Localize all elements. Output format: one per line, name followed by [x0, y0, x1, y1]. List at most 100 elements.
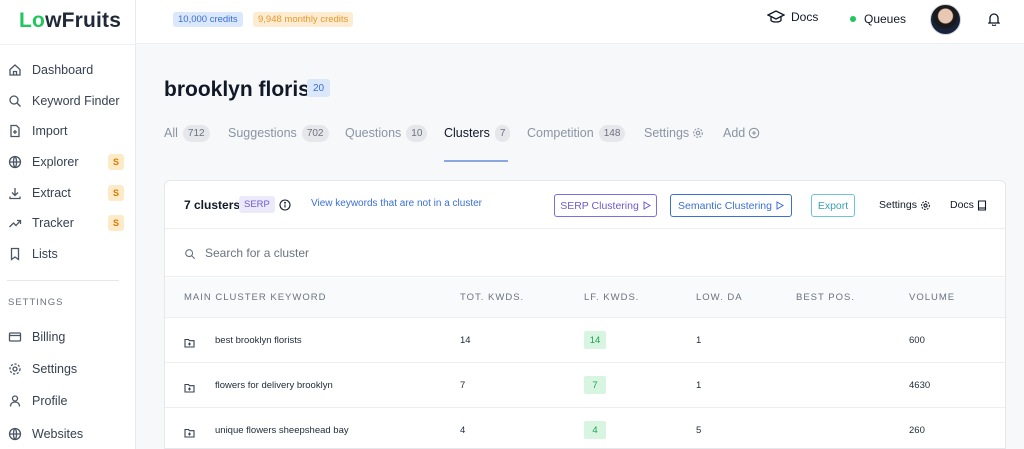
home-icon	[8, 63, 22, 77]
table-header: MAIN CLUSTER KEYWORD TOT. KWDS. LF. KWDS…	[165, 278, 1005, 318]
sidebar-item-label: Extract	[32, 186, 71, 200]
cluster-search-input[interactable]	[205, 243, 705, 263]
sidebar-item-tracker[interactable]: Tracker S	[0, 208, 136, 238]
sidebar-item-label: Websites	[32, 427, 84, 441]
sidebar-item-billing[interactable]: Billing	[0, 322, 136, 352]
sidebar-divider	[0, 44, 136, 45]
cluster-keyword[interactable]: unique flowers sheepshead bay	[215, 425, 349, 436]
table-row[interactable]: unique flowers sheepshead bay 4 4 5 260	[165, 409, 1005, 449]
sidebar-item-label: Settings	[32, 362, 78, 376]
gear-icon	[692, 127, 704, 139]
app-logo[interactable]: LowFruits	[19, 9, 121, 33]
sidebar-item-dashboard[interactable]: Dashboard	[0, 55, 136, 85]
page-title: brooklyn florist	[164, 78, 317, 101]
tab-competition[interactable]: Competition 148	[527, 124, 626, 142]
folder-icon[interactable]	[184, 425, 195, 438]
table-row[interactable]: flowers for delivery brooklyn 7 7 1 4630	[165, 364, 1005, 408]
tab-questions[interactable]: Questions 10	[345, 124, 428, 142]
volume: 4630	[909, 380, 931, 391]
serp-clustering-button[interactable]: SERP Clustering	[554, 194, 657, 217]
download-icon	[8, 186, 22, 200]
settings-section-heading: SETTINGS	[8, 297, 64, 308]
serp-tag: SERP	[239, 196, 275, 213]
lf-keywords-badge: 7	[584, 376, 606, 394]
cluster-keyword[interactable]: flowers for delivery brooklyn	[215, 380, 333, 391]
tab-count: 148	[598, 124, 626, 142]
sidebar-item-label: Explorer	[32, 155, 79, 169]
button-label: Semantic Clustering	[678, 199, 772, 212]
file-plus-icon	[8, 124, 22, 138]
docs-link[interactable]: Docs	[767, 10, 818, 24]
top-bar: 10,000 credits 9,948 monthly credits Doc…	[136, 0, 1024, 44]
sidebar-item-explorer[interactable]: Explorer S	[0, 147, 136, 177]
sidebar-item-lists[interactable]: Lists	[0, 239, 136, 269]
gear-icon	[920, 200, 931, 211]
low-da: 1	[696, 380, 702, 391]
clusters-card: 7 clusters SERP View keywords that are n…	[164, 180, 1006, 449]
docs-label: Docs	[791, 10, 819, 24]
cluster-search-row	[165, 229, 1005, 277]
tab-label: Add	[723, 126, 746, 140]
tab-label: Suggestions	[228, 126, 297, 140]
tab-count: 7	[494, 124, 511, 142]
sidebar: LowFruits Dashboard Keyword Finder Impor…	[0, 0, 136, 449]
column-header-keyword[interactable]: MAIN CLUSTER KEYWORD	[184, 292, 326, 303]
column-header-total-keywords[interactable]: TOT. KWDS.	[460, 292, 524, 303]
sidebar-item-label: Lists	[32, 247, 58, 261]
column-header-volume[interactable]: VOLUME	[909, 292, 955, 303]
bookmark-icon	[8, 247, 22, 261]
tab-label: Questions	[345, 126, 402, 140]
folder-icon[interactable]	[184, 335, 195, 348]
tab-suggestions[interactable]: Suggestions 702	[228, 124, 329, 142]
sidebar-item-settings[interactable]: Settings	[0, 354, 136, 384]
clusters-docs-link[interactable]: Docs	[950, 199, 987, 211]
view-unclustered-link[interactable]: View keywords that are not in a cluster	[311, 198, 482, 209]
avatar[interactable]	[930, 4, 961, 35]
sidebar-item-extract[interactable]: Extract S	[0, 178, 136, 208]
globe-icon	[8, 155, 22, 169]
button-label: SERP Clustering	[560, 199, 639, 212]
total-keywords: 7	[460, 380, 466, 391]
user-icon	[8, 394, 22, 408]
sidebar-item-label: Tracker	[32, 216, 74, 230]
sidebar-divider	[7, 280, 119, 281]
cluster-keyword[interactable]: best brooklyn florists	[215, 335, 302, 346]
export-button[interactable]: Export	[811, 194, 855, 217]
tab-settings[interactable]: Settings	[644, 124, 704, 142]
gear-icon	[8, 362, 22, 376]
lf-keywords-badge: 4	[584, 421, 606, 439]
sidebar-item-import[interactable]: Import	[0, 116, 136, 146]
queues-link[interactable]: Queues	[850, 12, 906, 26]
info-icon[interactable]	[279, 198, 291, 211]
sidebar-item-label: Dashboard	[32, 63, 94, 77]
globe-icon	[8, 427, 22, 441]
semantic-clustering-button[interactable]: Semantic Clustering	[670, 194, 792, 217]
sidebar-item-label: Profile	[32, 394, 68, 408]
sidebar-item-label: Keyword Finder	[32, 94, 120, 108]
tab-count: 702	[301, 124, 329, 142]
tab-add[interactable]: Add	[723, 124, 760, 142]
book-icon	[977, 199, 987, 211]
sidebar-item-profile[interactable]: Profile	[0, 386, 136, 416]
volume: 600	[909, 335, 925, 346]
sidebar-item-keyword-finder[interactable]: Keyword Finder	[0, 86, 136, 116]
logo-suffix: wFruits	[45, 9, 122, 32]
bell-icon[interactable]	[987, 11, 1001, 27]
tab-all[interactable]: All 712	[164, 124, 210, 142]
plus-circle-icon	[748, 127, 760, 139]
table-row[interactable]: best brooklyn florists 14 14 1 600	[165, 319, 1005, 363]
tab-clusters[interactable]: Clusters 7	[444, 124, 511, 142]
sidebar-item-websites[interactable]: Websites	[0, 419, 136, 449]
logo-prefix: Lo	[19, 9, 46, 32]
link-label: Settings	[879, 199, 917, 211]
folder-icon[interactable]	[184, 380, 195, 393]
tab-label: Settings	[644, 126, 690, 140]
total-keywords: 14	[460, 335, 471, 346]
tab-count: 712	[182, 124, 210, 142]
sidebar-item-label: Import	[32, 124, 68, 138]
title-count-badge: 20	[307, 79, 330, 97]
column-header-best-position[interactable]: BEST POS.	[796, 292, 855, 303]
clusters-settings-link[interactable]: Settings	[879, 199, 931, 211]
column-header-low-da[interactable]: LOW. DA	[696, 292, 743, 303]
column-header-lf-keywords[interactable]: LF. KWDS.	[584, 292, 639, 303]
